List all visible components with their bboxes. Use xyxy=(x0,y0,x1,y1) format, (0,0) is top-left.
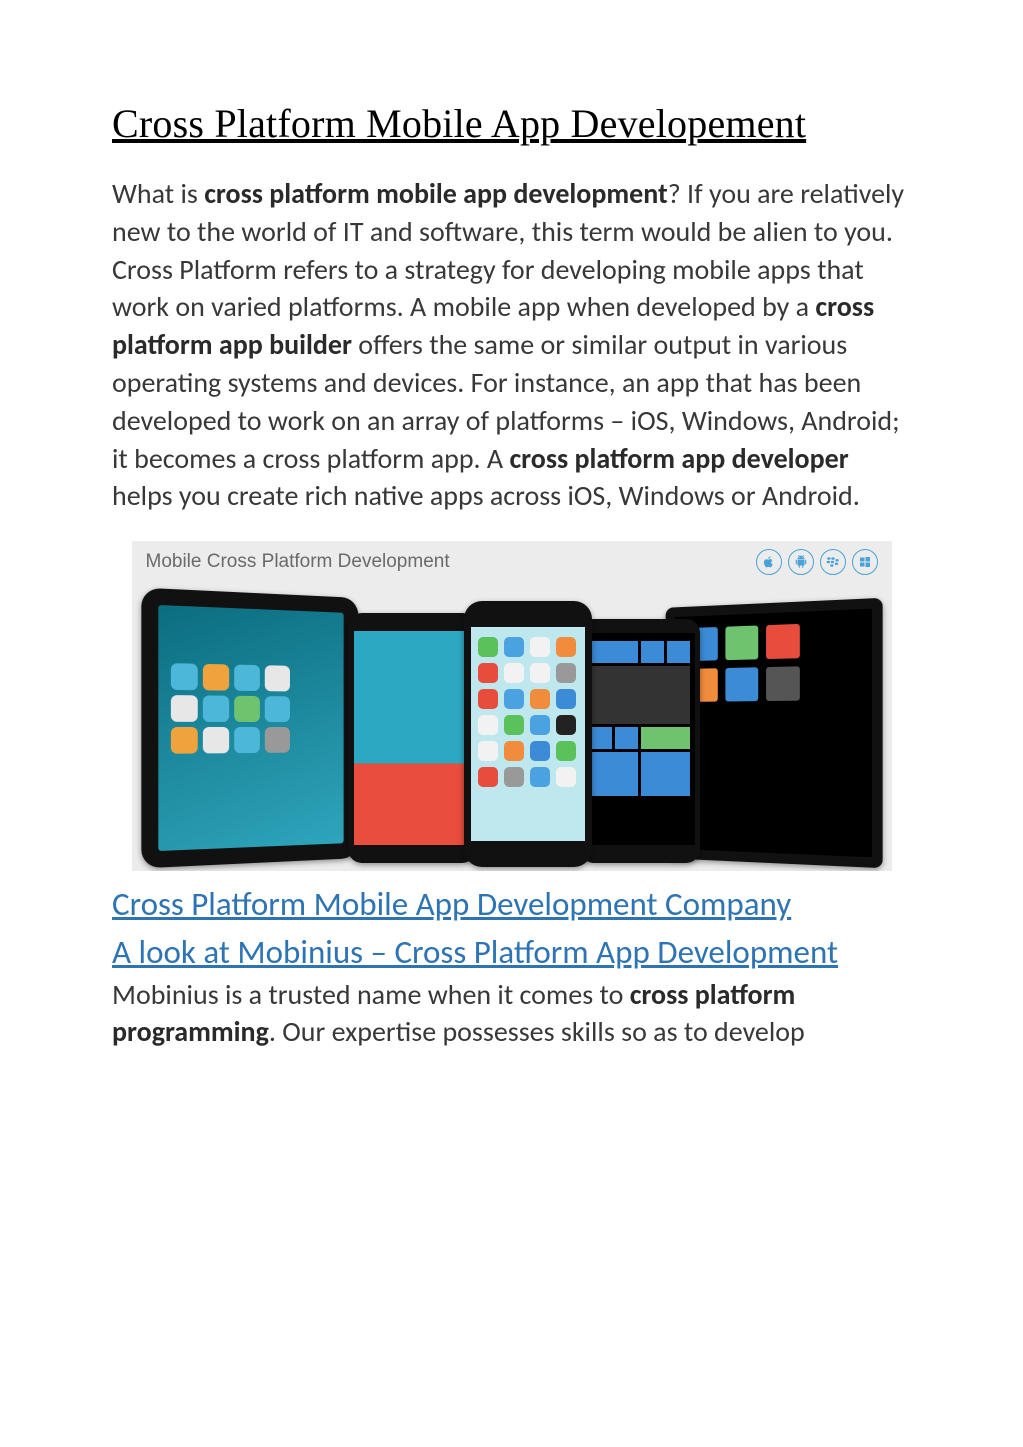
body-paragraph: Mobinius is a trusted name when it comes… xyxy=(112,976,911,1052)
link-heading-company[interactable]: Cross Platform Mobile App Development Co… xyxy=(112,881,911,927)
android-icon xyxy=(788,549,814,575)
apple-icon xyxy=(756,549,782,575)
link-text: Cross Platform Mobile App Development Co… xyxy=(112,884,791,924)
android-phone xyxy=(348,613,476,863)
bold-term: cross platform app developer xyxy=(509,441,848,476)
windows-icon xyxy=(852,549,878,575)
text-run: . Our expertise possesses skills so as t… xyxy=(269,1014,805,1049)
intro-paragraph: What is cross platform mobile app develo… xyxy=(112,175,911,515)
bold-term: cross platform mobile app development xyxy=(204,176,668,211)
devices-figure: Mobile Cross Platform Development xyxy=(132,541,892,871)
link-text: A look at Mobinius – Cross Platform App … xyxy=(112,932,838,972)
page-title: Cross Platform Mobile App Developement xyxy=(112,100,911,147)
text-run: Mobinius is a trusted name when it comes… xyxy=(112,977,630,1012)
os-icon-row xyxy=(756,549,878,575)
blackberry-icon xyxy=(820,549,846,575)
text-run: What is xyxy=(112,176,204,211)
windows-phone xyxy=(580,619,700,863)
link-heading-mobinius[interactable]: A look at Mobinius – Cross Platform App … xyxy=(112,929,911,975)
figure-header: Mobile Cross Platform Development xyxy=(132,541,892,581)
figure-body xyxy=(132,581,892,871)
figure-caption: Mobile Cross Platform Development xyxy=(146,551,756,573)
iphone xyxy=(464,601,592,867)
document-page: Cross Platform Mobile App Developement W… xyxy=(0,0,1023,1091)
text-run: helps you create rich native apps across… xyxy=(112,478,860,513)
tablet-left xyxy=(141,588,358,869)
